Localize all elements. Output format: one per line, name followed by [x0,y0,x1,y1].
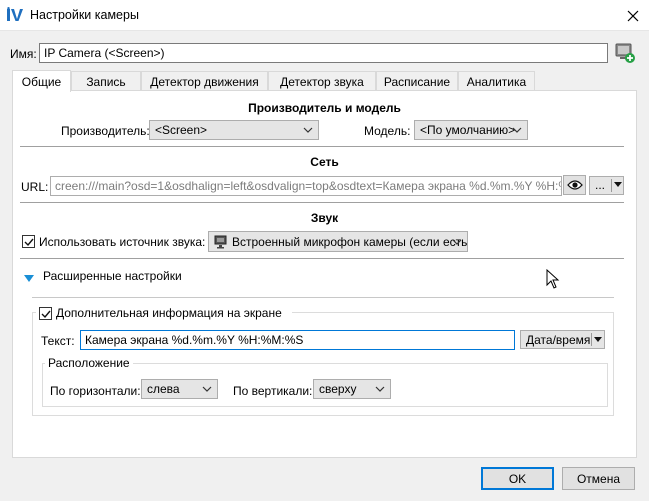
datetime-label: Дата/время [526,333,591,347]
tab-motion-detector[interactable]: Детектор движения [141,71,268,91]
osd-text-label: Текст: [41,334,75,348]
cancel-label: Отмена [576,471,621,486]
close-icon [627,10,639,21]
url-label: URL: [21,180,49,194]
url-more-button[interactable]: ... [589,176,624,195]
ok-label: OK [508,471,527,486]
split-divider [611,179,612,192]
insert-datetime-button[interactable]: Дата/время [520,330,605,349]
save-snapshot-button[interactable] [614,42,636,64]
model-select[interactable]: <По умолчанию> [414,120,528,140]
microphone-icon [214,235,227,249]
vendor-select[interactable]: <Screen> [149,120,319,140]
chevron-down-icon [512,127,522,133]
iv-app-icon [7,7,23,21]
chevron-down-icon [375,386,385,392]
close-button[interactable] [617,0,649,31]
vertical-value: сверху [319,382,357,396]
model-value: <По умолчанию> [420,123,516,137]
tab-label: Запись [86,74,126,89]
advanced-label[interactable]: Расширенные настройки [43,269,182,283]
horizontal-value: слева [147,382,180,396]
checkmark-icon [41,310,51,318]
chevron-down-icon [303,127,313,133]
divider [20,146,624,147]
eye-icon [566,180,583,190]
url-input[interactable]: creen:///main?osd=1&osdhalign=left&osdva… [50,176,562,196]
window-title: Настройки камеры [30,8,139,22]
tab-label: Аналитика [466,74,527,89]
horizontal-select[interactable]: слева [141,379,218,399]
tab-general[interactable]: Общие [12,70,71,92]
divider [20,202,624,203]
sound-heading: Звук [310,211,339,225]
ok-button[interactable]: OK [481,467,554,490]
caret-down-icon [614,182,622,187]
tab-label: Детектор звука [280,74,364,89]
position-group-caption: Расположение [45,356,133,370]
osd-enable-label: Дополнительная информация на экране [56,306,282,320]
network-heading: Сеть [310,155,339,169]
caret-down-icon [594,337,602,342]
model-label: Модель: [364,124,411,138]
cancel-button[interactable]: Отмена [562,467,635,490]
vendor-label: Производитель: [61,124,150,138]
show-url-button[interactable] [563,175,586,195]
title-bar: Настройки камеры [0,0,649,31]
divider [32,297,614,298]
osd-enable-checkbox[interactable] [39,307,52,320]
osd-text-input[interactable]: Камера экрана %d.%m.%Y %H:%M:%S [80,330,515,350]
horizontal-label: По горизонтали: [50,384,141,398]
divider [20,258,624,259]
monitor-add-icon [615,43,635,63]
use-sound-label: Использовать источник звука: [39,235,206,249]
tab-label: Общие [21,74,62,89]
more-label: ... [595,178,606,192]
split-divider [591,333,592,346]
chevron-down-icon [202,386,212,392]
sound-source-select[interactable]: Встроенный микрофон камеры (если есть) [208,231,468,252]
tab-recording[interactable]: Запись [71,71,141,91]
tab-analytics[interactable]: Аналитика [458,71,535,91]
vendor-value: <Screen> [155,123,208,137]
name-label: Имя: [10,47,37,61]
disclosure-triangle-icon [24,275,34,282]
sound-source-value: Встроенный микрофон камеры (если есть) [232,235,468,249]
tab-label: Расписание [383,74,451,89]
chevron-down-icon [452,239,462,245]
tab-schedule[interactable]: Расписание [376,71,458,91]
vertical-select[interactable]: сверху [313,379,391,399]
checkmark-icon [24,238,34,246]
manufacturer-heading: Производитель и модель [248,101,401,115]
advanced-toggle[interactable] [24,272,34,282]
tab-label: Детектор движения [150,74,259,89]
mouse-cursor-icon [546,269,560,289]
use-sound-checkbox[interactable] [22,235,35,248]
name-input[interactable]: IP Camera (<Screen>) [39,43,608,63]
vertical-label: По вертикали: [233,384,313,398]
tab-sound-detector[interactable]: Детектор звука [268,71,376,91]
tab-strip: Общие Запись Детектор движения Детектор … [12,70,637,92]
